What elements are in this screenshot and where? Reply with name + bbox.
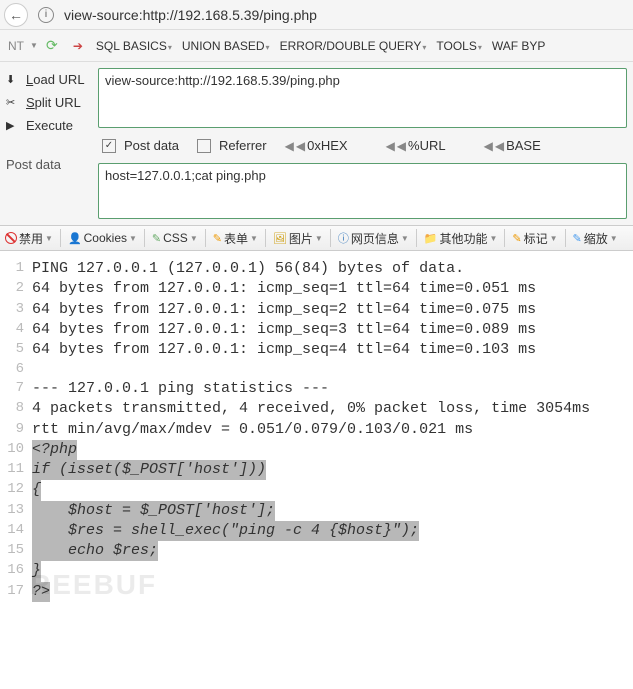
options-row: ✓ Post data Referrer ◀◀ 0xHEX ◀◀ %URL ◀◀… bbox=[98, 128, 627, 161]
url-encode-button[interactable]: ◀◀ %URL bbox=[386, 138, 446, 153]
split-icon: ✂ bbox=[6, 96, 20, 109]
other-button[interactable]: 📁其他功能▼ bbox=[421, 230, 501, 247]
source-line: <?php bbox=[32, 440, 77, 460]
menu-union-based[interactable]: UNION BASED▾ bbox=[178, 39, 274, 53]
arrow-right-icon[interactable]: ➔ bbox=[70, 38, 86, 54]
source-line: 64 bytes from 127.0.0.1: icmp_seq=4 ttl=… bbox=[32, 340, 536, 360]
source-line: 64 bytes from 127.0.0.1: icmp_seq=3 ttl=… bbox=[32, 320, 536, 340]
line-number: 12 bbox=[4, 480, 32, 500]
forms-button[interactable]: ✎表单▼ bbox=[210, 230, 261, 247]
referrer-checkbox-label: Referrer bbox=[219, 138, 267, 153]
source-line: PING 127.0.0.1 (127.0.0.1) 56(84) bytes … bbox=[32, 259, 464, 279]
hex-encode-button[interactable]: ◀◀ 0xHEX bbox=[285, 138, 348, 153]
separator bbox=[205, 229, 206, 247]
zoom-button[interactable]: ✎缩放▼ bbox=[570, 230, 621, 247]
info-button[interactable]: ⓘ网页信息▼ bbox=[335, 230, 412, 247]
source-line: 64 bytes from 127.0.0.1: icmp_seq=2 ttl=… bbox=[32, 300, 536, 320]
line-number: 13 bbox=[4, 501, 32, 521]
no-entry-icon bbox=[5, 232, 17, 244]
developer-toolbar: 禁用▼ 👤Cookies▼ ✎CSS▼ ✎表单▼ 🖼图片▼ ⓘ网页信息▼ 📁其他… bbox=[0, 225, 633, 251]
separator bbox=[416, 229, 417, 247]
source-line: $host = $_POST['host']; bbox=[32, 501, 275, 521]
line-number: 5 bbox=[4, 340, 32, 360]
source-code-view: 1PING 127.0.0.1 (127.0.0.1) 56(84) bytes… bbox=[0, 251, 633, 610]
source-line: if (isset($_POST['host'])) bbox=[32, 460, 266, 480]
pencil-icon: ✎ bbox=[573, 232, 582, 245]
pencil-icon: ✎ bbox=[152, 232, 161, 245]
post-data-checkbox-label: Post data bbox=[124, 138, 179, 153]
source-line: echo $res; bbox=[32, 541, 158, 561]
menu-waf[interactable]: WAF BYP bbox=[488, 39, 550, 53]
folder-icon: 📁 bbox=[424, 232, 438, 245]
play-icon: ▶ bbox=[6, 119, 20, 132]
execute-button[interactable]: ▶ Execute bbox=[4, 114, 94, 137]
browser-nav: ← i view-source:http://192.168.5.39/ping… bbox=[0, 0, 633, 30]
line-number: 16 bbox=[4, 561, 32, 581]
separator bbox=[565, 229, 566, 247]
source-line: --- 127.0.0.1 ping statistics --- bbox=[32, 379, 329, 399]
line-number: 9 bbox=[4, 420, 32, 440]
source-line: { bbox=[32, 480, 41, 500]
source-line: rtt min/avg/max/mdev = 0.051/0.079/0.103… bbox=[32, 420, 473, 440]
address-bar[interactable]: view-source:http://192.168.5.39/ping.php bbox=[58, 7, 629, 23]
base-encode-button[interactable]: ◀◀ BASE bbox=[484, 138, 541, 153]
pencil-icon: ✎ bbox=[512, 232, 521, 245]
load-url-button[interactable]: ⬇ Load URL bbox=[4, 68, 94, 91]
menu-sql-basics[interactable]: SQL BASICS▾ bbox=[92, 39, 176, 53]
split-url-button[interactable]: ✂ Split URL bbox=[4, 91, 94, 114]
url-input[interactable]: view-source:http://192.168.5.39/ping.php bbox=[98, 68, 627, 128]
download-icon: ⬇ bbox=[6, 73, 20, 86]
css-button[interactable]: ✎CSS▼ bbox=[149, 231, 201, 245]
line-number: 15 bbox=[4, 541, 32, 561]
source-line: $res = shell_exec("ping -c 4 {$host}"); bbox=[32, 521, 419, 541]
separator bbox=[330, 229, 331, 247]
line-number: 8 bbox=[4, 399, 32, 419]
source-line: 64 bytes from 127.0.0.1: icmp_seq=1 ttl=… bbox=[32, 279, 536, 299]
tab-dropdown-icon[interactable]: ▼ bbox=[30, 41, 38, 50]
line-number: 17 bbox=[4, 582, 32, 602]
line-number: 7 bbox=[4, 379, 32, 399]
source-line: ?> bbox=[32, 582, 50, 602]
post-data-label: Post data bbox=[4, 137, 94, 176]
site-info-icon[interactable]: i bbox=[38, 7, 54, 23]
source-line: } bbox=[32, 561, 41, 581]
sidebar: ⬇ Load URL ✂ Split URL ▶ Execute Post da… bbox=[0, 62, 98, 225]
image-icon: 🖼 bbox=[273, 232, 287, 245]
tab-label: NT bbox=[4, 39, 28, 53]
line-number: 14 bbox=[4, 521, 32, 541]
reload-icon[interactable]: ⟳ bbox=[44, 38, 60, 54]
menu-error-double[interactable]: ERROR/DOUBLE QUERY▾ bbox=[276, 39, 431, 53]
cookies-button[interactable]: 👤Cookies▼ bbox=[65, 231, 140, 245]
separator bbox=[144, 229, 145, 247]
line-number: 11 bbox=[4, 460, 32, 480]
hackbar-toolbar: NT ▼ ⟳ ➔ SQL BASICS▾ UNION BASED▾ ERROR/… bbox=[0, 30, 633, 62]
back-button[interactable]: ← bbox=[4, 3, 28, 27]
line-number: 3 bbox=[4, 300, 32, 320]
pencil-icon: ✎ bbox=[213, 232, 222, 245]
menu-tools[interactable]: TOOLS▾ bbox=[432, 39, 485, 53]
line-number: 10 bbox=[4, 440, 32, 460]
source-line: 4 packets transmitted, 4 received, 0% pa… bbox=[32, 399, 590, 419]
line-number: 2 bbox=[4, 279, 32, 299]
post-data-input[interactable]: host=127.0.0.1;cat ping.php bbox=[98, 163, 627, 219]
line-number: 1 bbox=[4, 259, 32, 279]
separator bbox=[265, 229, 266, 247]
info-icon: ⓘ bbox=[338, 230, 349, 246]
referrer-checkbox[interactable] bbox=[197, 139, 211, 153]
separator bbox=[504, 229, 505, 247]
hackbar-main: ⬇ Load URL ✂ Split URL ▶ Execute Post da… bbox=[0, 62, 633, 225]
images-button[interactable]: 🖼图片▼ bbox=[270, 230, 326, 247]
cookie-icon: 👤 bbox=[68, 232, 82, 245]
line-number: 6 bbox=[4, 360, 32, 379]
mark-button[interactable]: ✎标记▼ bbox=[509, 230, 560, 247]
content-column: view-source:http://192.168.5.39/ping.php… bbox=[98, 62, 633, 225]
post-data-checkbox[interactable]: ✓ bbox=[102, 139, 116, 153]
separator bbox=[60, 229, 61, 247]
disable-button[interactable]: 禁用▼ bbox=[2, 230, 56, 247]
line-number: 4 bbox=[4, 320, 32, 340]
